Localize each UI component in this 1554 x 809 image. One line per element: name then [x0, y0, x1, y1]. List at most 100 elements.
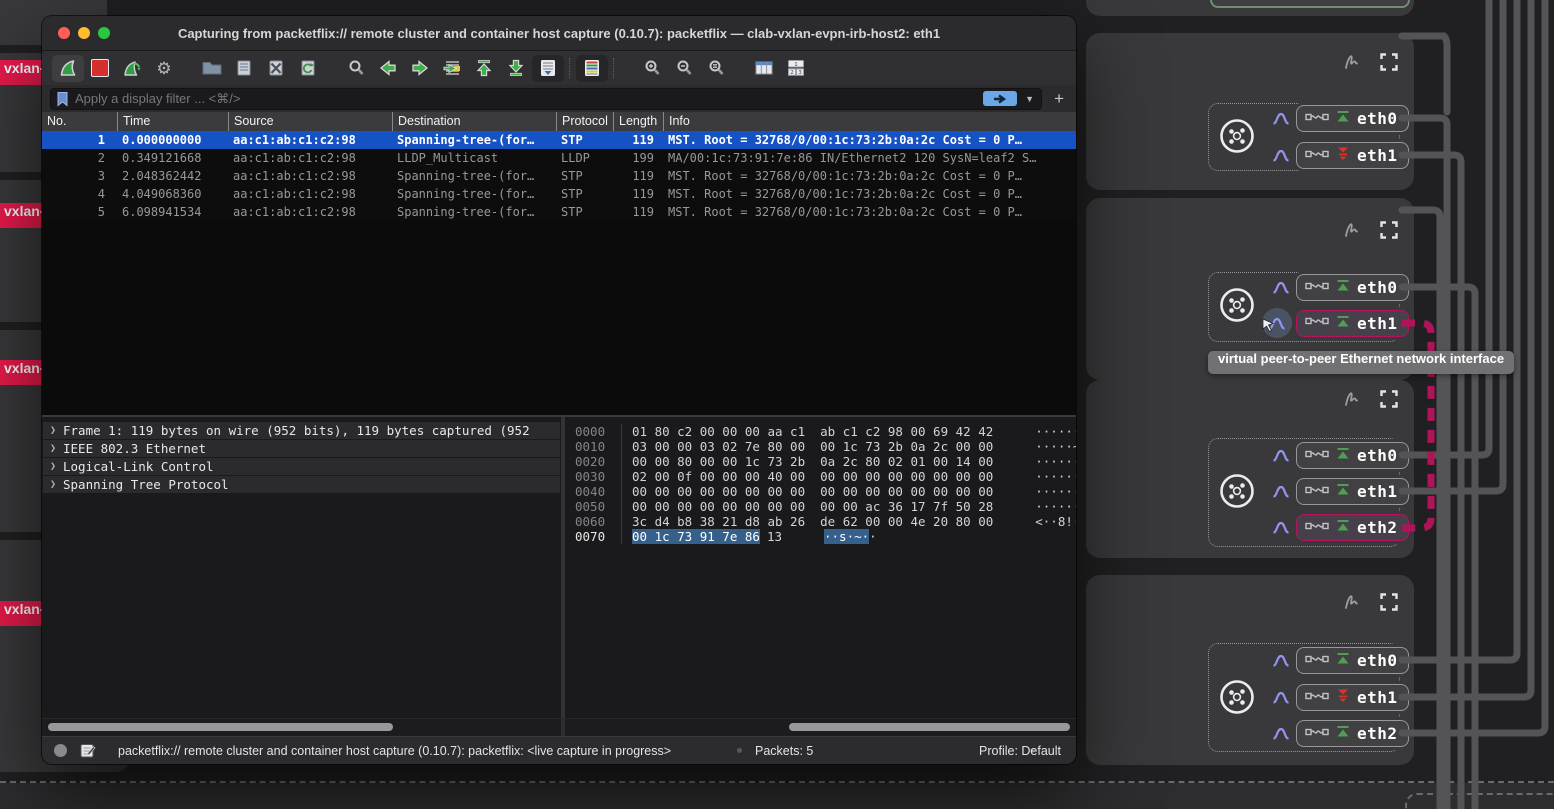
capture-pulse-icon[interactable]	[1272, 148, 1290, 163]
capture-pulse-icon[interactable]	[1272, 726, 1290, 741]
interface-pill-eth1[interactable]: eth1	[1296, 310, 1409, 337]
find-packet-button[interactable]	[340, 55, 372, 82]
column-header-length[interactable]: Length	[613, 112, 663, 131]
hex-row[interactable]: 004000 00 00 00 00 00 00 00 00 00 00 00 …	[565, 484, 1076, 499]
packet-row[interactable]: 1 0.000000000 aa:c1:ab:c1:c2:98 Spanning…	[42, 131, 1076, 149]
expand-icon[interactable]	[1378, 219, 1400, 241]
auto-scroll-button[interactable]	[532, 55, 564, 82]
interface-pill-eth0[interactable]: eth0	[1296, 274, 1409, 301]
expand-caret-icon[interactable]: ❯	[43, 479, 63, 490]
capture-pulse-icon[interactable]	[1272, 484, 1290, 499]
packet-row[interactable]: 2 0.349121668 aa:c1:ab:c1:c2:98 LLDP_Mul…	[42, 149, 1076, 167]
interface-pill-eth0[interactable]: eth0	[1296, 442, 1409, 469]
reload-file-button[interactable]	[292, 55, 324, 82]
hex-row[interactable]: 005000 00 00 00 00 00 00 00 00 00 ac 36 …	[565, 499, 1076, 514]
expand-caret-icon[interactable]: ❯	[43, 443, 63, 454]
capture-pulse-icon[interactable]	[1272, 690, 1290, 705]
layout-pages-button[interactable]: 123	[780, 55, 812, 82]
detail-row[interactable]: ❯Spanning Tree Protocol	[43, 476, 560, 493]
hex-row-selected[interactable]: 007000 1c 73 91 7e 8613··s·~··	[565, 529, 1076, 544]
column-header-info[interactable]: Info	[663, 112, 1076, 131]
column-header-protocol[interactable]: Protocol	[556, 112, 613, 131]
apply-filter-button[interactable]	[983, 91, 1017, 106]
hex-scrollbar[interactable]	[565, 719, 1076, 736]
capture-pulse-icon[interactable]	[1272, 448, 1290, 463]
interface-pill-eth0[interactable]: eth0	[1296, 105, 1409, 132]
resize-columns-button[interactable]	[748, 55, 780, 82]
capture-squiggle-icon[interactable]	[1341, 219, 1363, 241]
expert-info-icon[interactable]	[54, 744, 67, 757]
go-last-packet-button[interactable]	[500, 55, 532, 82]
close-window-button[interactable]	[58, 27, 70, 39]
capture-squiggle-icon[interactable]	[1341, 388, 1363, 410]
hex-row[interactable]: 00603c d4 b8 38 21 d8 ab 26 de 62 00 00 …	[565, 514, 1076, 529]
details-scrollbar-thumb[interactable]	[48, 723, 393, 731]
expand-caret-icon[interactable]: ❯	[43, 425, 63, 436]
hex-dump-pane[interactable]: 000001 80 c2 00 00 00 aa c1 ab c1 c2 98 …	[565, 417, 1076, 718]
colorize-packets-button[interactable]	[576, 55, 608, 82]
detail-row[interactable]: ❯IEEE 802.3 Ethernet	[43, 440, 560, 457]
hex-row[interactable]: 001003 00 00 03 02 7e 80 00 00 1c 73 2b …	[565, 439, 1076, 454]
capture-pulse-icon[interactable]	[1272, 520, 1290, 535]
interface-pill-eth1[interactable]: eth1	[1296, 142, 1409, 169]
start-capture-button[interactable]	[52, 55, 84, 82]
go-forward-button[interactable]	[404, 55, 436, 82]
zoom-in-button[interactable]	[636, 55, 668, 82]
expand-caret-icon[interactable]: ❯	[43, 461, 63, 472]
display-filter-input[interactable]: Apply a display filter ... <⌘/> ▼	[50, 88, 1042, 110]
bookmark-icon[interactable]	[56, 91, 69, 107]
hex-scrollbar-thumb[interactable]	[789, 723, 1070, 731]
interface-pill-eth0[interactable]: eth0	[1296, 647, 1409, 674]
stop-capture-button[interactable]	[84, 55, 116, 82]
hex-row[interactable]: 000001 80 c2 00 00 00 aa c1 ab c1 c2 98 …	[565, 424, 1076, 439]
add-filter-button[interactable]: +	[1050, 90, 1068, 107]
window-titlebar[interactable]: Capturing from packetflix:// remote clus…	[42, 16, 1076, 50]
go-first-packet-button[interactable]	[468, 55, 500, 82]
capture-squiggle-icon[interactable]	[1341, 591, 1363, 613]
capture-options-button[interactable]: ⚙	[148, 55, 180, 82]
close-file-button[interactable]	[260, 55, 292, 82]
go-to-packet-button[interactable]	[436, 55, 468, 82]
interface-pill-eth2[interactable]: eth2	[1296, 514, 1409, 541]
interface-pill-partial[interactable]	[1210, 0, 1410, 8]
packet-row[interactable]: 4 4.049068360 aa:c1:ab:c1:c2:98 Spanning…	[42, 185, 1076, 203]
container-icon[interactable]	[1218, 472, 1256, 510]
interface-pill-eth1[interactable]: eth1	[1296, 684, 1409, 711]
container-icon[interactable]	[1218, 678, 1256, 716]
column-header-destination[interactable]: Destination	[392, 112, 556, 131]
expand-icon[interactable]	[1378, 591, 1400, 613]
minimize-window-button[interactable]	[78, 27, 90, 39]
restart-capture-button[interactable]	[116, 55, 148, 82]
container-icon[interactable]	[1218, 286, 1256, 324]
expand-icon[interactable]	[1378, 51, 1400, 73]
packet-row[interactable]: 5 6.098941534 aa:c1:ab:c1:c2:98 Spanning…	[42, 203, 1076, 221]
column-header-source[interactable]: Source	[228, 112, 392, 131]
expand-icon[interactable]	[1378, 388, 1400, 410]
profile-label[interactable]: Profile: Default	[979, 744, 1061, 758]
column-header-time[interactable]: Time	[117, 112, 228, 131]
interface-pill-eth2[interactable]: eth2	[1296, 720, 1409, 747]
zoom-100-button[interactable]	[700, 55, 732, 82]
packet-row[interactable]: 3 2.048362442 aa:c1:ab:c1:c2:98 Spanning…	[42, 167, 1076, 185]
capture-pulse-icon[interactable]	[1272, 653, 1290, 668]
column-header-no[interactable]: No.	[42, 112, 117, 131]
capture-squiggle-icon[interactable]	[1341, 51, 1363, 73]
interface-pill-eth1[interactable]: eth1	[1296, 478, 1409, 505]
details-scrollbar[interactable]	[42, 719, 561, 736]
filter-history-dropdown[interactable]: ▼	[1023, 94, 1036, 104]
open-file-button[interactable]	[196, 55, 228, 82]
container-icon[interactable]	[1218, 117, 1256, 155]
packet-details-pane[interactable]: ❯Frame 1: 119 bytes on wire (952 bits), …	[42, 417, 561, 718]
zoom-window-button[interactable]	[98, 27, 110, 39]
save-file-button[interactable]	[228, 55, 260, 82]
hex-row[interactable]: 002000 00 80 00 00 1c 73 2b 0a 2c 80 02 …	[565, 454, 1076, 469]
capture-comment-icon[interactable]	[79, 742, 96, 759]
go-back-button[interactable]	[372, 55, 404, 82]
capture-pulse-icon[interactable]	[1272, 280, 1290, 295]
capture-pulse-icon[interactable]	[1272, 111, 1290, 126]
detail-row[interactable]: ❯Frame 1: 119 bytes on wire (952 bits), …	[43, 422, 560, 439]
packet-list-empty-area[interactable]	[42, 221, 1076, 415]
zoom-out-button[interactable]	[668, 55, 700, 82]
hex-row[interactable]: 003002 00 0f 00 00 00 40 00 00 00 00 00 …	[565, 469, 1076, 484]
detail-row[interactable]: ❯Logical-Link Control	[43, 458, 560, 475]
